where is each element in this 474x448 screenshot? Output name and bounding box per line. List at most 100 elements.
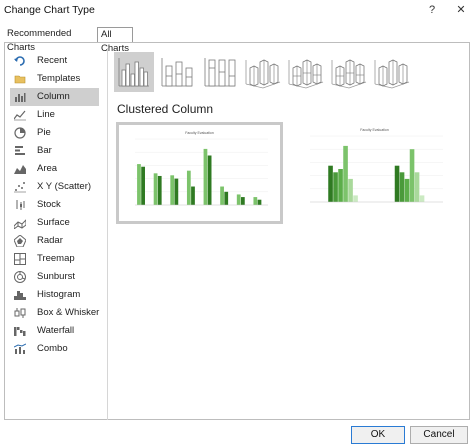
sidebar-item-x-y-scatter[interactable]: X Y (Scatter) [10, 178, 99, 196]
box-whisker-chart-icon [14, 307, 26, 319]
sidebar-item-label: Recent [37, 55, 68, 66]
preview-bar [328, 165, 333, 202]
histogram-chart-icon [14, 289, 26, 301]
sidebar-item-label: X Y (Scatter) [37, 181, 92, 192]
preview-chart-svg: Faculty Evaluation [135, 131, 268, 206]
subtype-heading: Clustered Column [117, 102, 214, 116]
100-stacked-column-icon[interactable] [200, 52, 240, 92]
sunburst-chart-icon [14, 271, 26, 283]
preview-bar [353, 195, 358, 202]
help-button[interactable]: ? [423, 2, 441, 18]
waterfall-chart-icon [14, 325, 26, 337]
tab-all-charts[interactable]: All Charts [97, 27, 133, 54]
tab-recommended-charts[interactable]: Recommended Charts [4, 27, 74, 53]
preview-bar [170, 175, 175, 205]
line-chart-icon [13, 109, 26, 121]
sidebar-item-label: Bar [37, 145, 52, 156]
stock-chart-icon [14, 199, 26, 211]
bar-chart-icon [14, 145, 26, 157]
preview-chart-title: Faculty Evaluation [185, 131, 214, 135]
preview-bar [191, 186, 195, 205]
preview-bar [224, 191, 229, 205]
preview-bar [399, 172, 405, 202]
sidebar-item-treemap[interactable]: Treemap [10, 250, 99, 268]
close-button[interactable]: ✕ [452, 2, 470, 18]
sidebar-item-label: Histogram [37, 289, 81, 300]
sidebar-item-label: Sunburst [37, 271, 76, 282]
preview-chart-svg: Faculty Evaluation [310, 128, 443, 203]
sidebar-item-bar[interactable]: Bar [10, 142, 99, 160]
folder-icon [14, 73, 26, 85]
area-chart-icon [14, 163, 26, 175]
sidebar-item-recent[interactable]: Recent [10, 52, 99, 70]
preview-bar [240, 197, 245, 205]
sidebar-item-label: Stock [37, 199, 61, 210]
sidebar-item-label: Combo [37, 343, 68, 354]
preview-bar [220, 186, 224, 205]
preview-bar [174, 178, 179, 205]
treemap-chart-icon [14, 253, 26, 265]
preview-chart-title: Faculty Evaluation [360, 128, 389, 132]
preview-bar [409, 149, 415, 202]
preview-bar [253, 197, 258, 205]
sidebar-item-label: Surface [37, 217, 70, 228]
pie-chart-icon [14, 127, 26, 139]
radar-chart-icon [13, 234, 27, 248]
preview-bar [343, 145, 348, 202]
sidebar-item-surface[interactable]: Surface [10, 214, 99, 232]
sidebar-item-label: Box & Whisker [37, 307, 100, 318]
preview-bar [257, 199, 262, 205]
preview-bar [186, 170, 191, 205]
sidebar-item-label: Radar [37, 235, 63, 246]
3d-100-stacked-column-icon[interactable] [329, 52, 369, 92]
sidebar-item-label: Templates [37, 73, 81, 84]
sidebar-item-stock[interactable]: Stock [10, 196, 99, 214]
preview-bar [414, 172, 420, 202]
sidebar-item-line[interactable]: Line [10, 106, 99, 124]
preview-bar [137, 164, 141, 205]
sidebar-item-templates[interactable]: Templates [10, 70, 99, 88]
sidebar-item-label: Waterfall [37, 325, 75, 336]
combo-chart-icon [13, 343, 27, 355]
preview-bar [404, 178, 410, 202]
sidebar-item-waterfall[interactable]: Waterfall [10, 322, 99, 340]
3d-column-icon[interactable] [372, 52, 412, 92]
sidebar-item-label: Column [37, 91, 70, 102]
cancel-button[interactable]: Cancel [410, 426, 468, 444]
sidebar-item-radar[interactable]: Radar [10, 232, 99, 250]
preview-bar [141, 166, 145, 205]
sidebar-item-pie[interactable]: Pie [10, 124, 99, 142]
column-chart-icon [14, 91, 26, 103]
ok-button[interactable]: OK [351, 426, 405, 444]
sidebar-item-sunburst[interactable]: Sunburst [10, 268, 99, 286]
dialog-title: Change Chart Type [4, 4, 95, 16]
3d-clustered-column-icon[interactable] [243, 52, 283, 92]
sidebar-item-label: Line [37, 109, 55, 120]
preview-bar [394, 165, 400, 202]
preview-bar [203, 148, 208, 205]
preview-bar [157, 175, 162, 205]
preview-bar [333, 172, 338, 202]
preview-bar [338, 169, 343, 202]
preview-bar [236, 194, 241, 205]
sidebar-item-histogram[interactable]: Histogram [10, 286, 99, 304]
stacked-column-icon[interactable] [157, 52, 197, 92]
recent-icon [14, 55, 26, 67]
surface-chart-icon [13, 217, 27, 230]
title-bar: Change Chart Type ? ✕ [0, 0, 474, 22]
preview-chart-1[interactable]: Faculty Evaluation [116, 122, 283, 224]
sidebar-item-box-whisker[interactable]: Box & Whisker [10, 304, 99, 322]
sidebar-item-label: Treemap [37, 253, 75, 264]
preview-bar [419, 195, 425, 202]
sidebar-item-combo[interactable]: Combo [10, 340, 99, 358]
clustered-column-icon[interactable] [114, 52, 154, 92]
sidebar-item-column[interactable]: Column [10, 88, 99, 106]
sidebar-item-label: Area [37, 163, 58, 174]
sidebar-item-label: Pie [37, 127, 51, 138]
3d-stacked-column-icon[interactable] [286, 52, 326, 92]
scatter-chart-icon [14, 181, 26, 193]
preview-chart-2[interactable]: Faculty Evaluation [294, 122, 461, 224]
sidebar-separator [107, 48, 108, 420]
preview-bar [153, 173, 158, 205]
sidebar-item-area[interactable]: Area [10, 160, 99, 178]
